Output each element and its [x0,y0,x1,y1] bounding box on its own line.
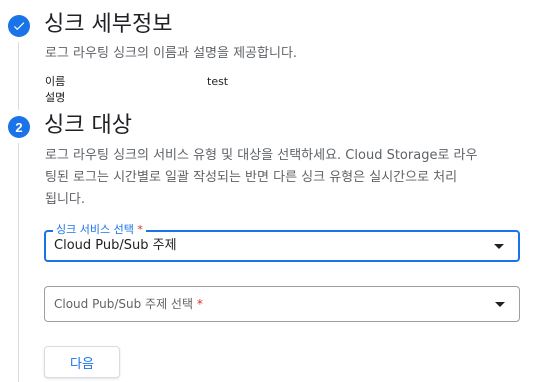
step2-number: 2 [15,119,23,135]
pubsub-topic-select-placeholder-text: Cloud Pub/Sub 주제 선택 [54,297,194,311]
step1-title: 싱크 세부정보 [44,12,173,37]
pubsub-topic-select-placeholder: Cloud Pub/Sub 주제 선택 * [54,296,203,312]
step2-description: 로그 라우팅 싱크의 서비스 유형 및 대상을 선택하세요. Cloud Sto… [45,145,535,211]
arrow-drop-down-icon [494,244,504,249]
step1-description: 로그 라우팅 싱크의 이름과 설명을 제공합니다. [45,46,298,61]
description-field-label: 설명 [45,91,66,104]
next-button[interactable]: 다음 [44,346,120,378]
step2-connector-line [18,143,19,382]
name-field-value: test [207,75,229,88]
sink-service-select-label: 싱크 서비스 선택 * [53,223,146,236]
required-mark: * [196,297,203,311]
required-mark: * [137,223,143,236]
sink-service-select-value: Cloud Pub/Sub 주제 [54,238,177,253]
step2-description-line: 팅된 로그는 시간별로 일괄 작성되는 반면 다른 싱크 유형은 실시간으로 처… [45,170,458,185]
step2-description-line: 됩니다. [45,192,86,207]
step2-description-line: 로그 라우팅 싱크의 서비스 유형 및 대상을 선택하세요. Cloud Sto… [45,148,478,163]
pubsub-topic-select[interactable]: Cloud Pub/Sub 주제 선택 * [44,286,520,322]
name-field-label: 이름 [45,75,66,88]
check-icon [13,22,25,31]
step1-complete-badge [8,15,30,37]
step1-connector-line [18,42,19,110]
sink-service-select[interactable]: 싱크 서비스 선택 * Cloud Pub/Sub 주제 [44,223,520,262]
step2-title: 싱크 대상 [44,113,132,138]
arrow-drop-down-icon [495,302,505,307]
step2-number-badge: 2 [8,116,30,138]
sink-service-select-label-text: 싱크 서비스 선택 [56,223,134,236]
